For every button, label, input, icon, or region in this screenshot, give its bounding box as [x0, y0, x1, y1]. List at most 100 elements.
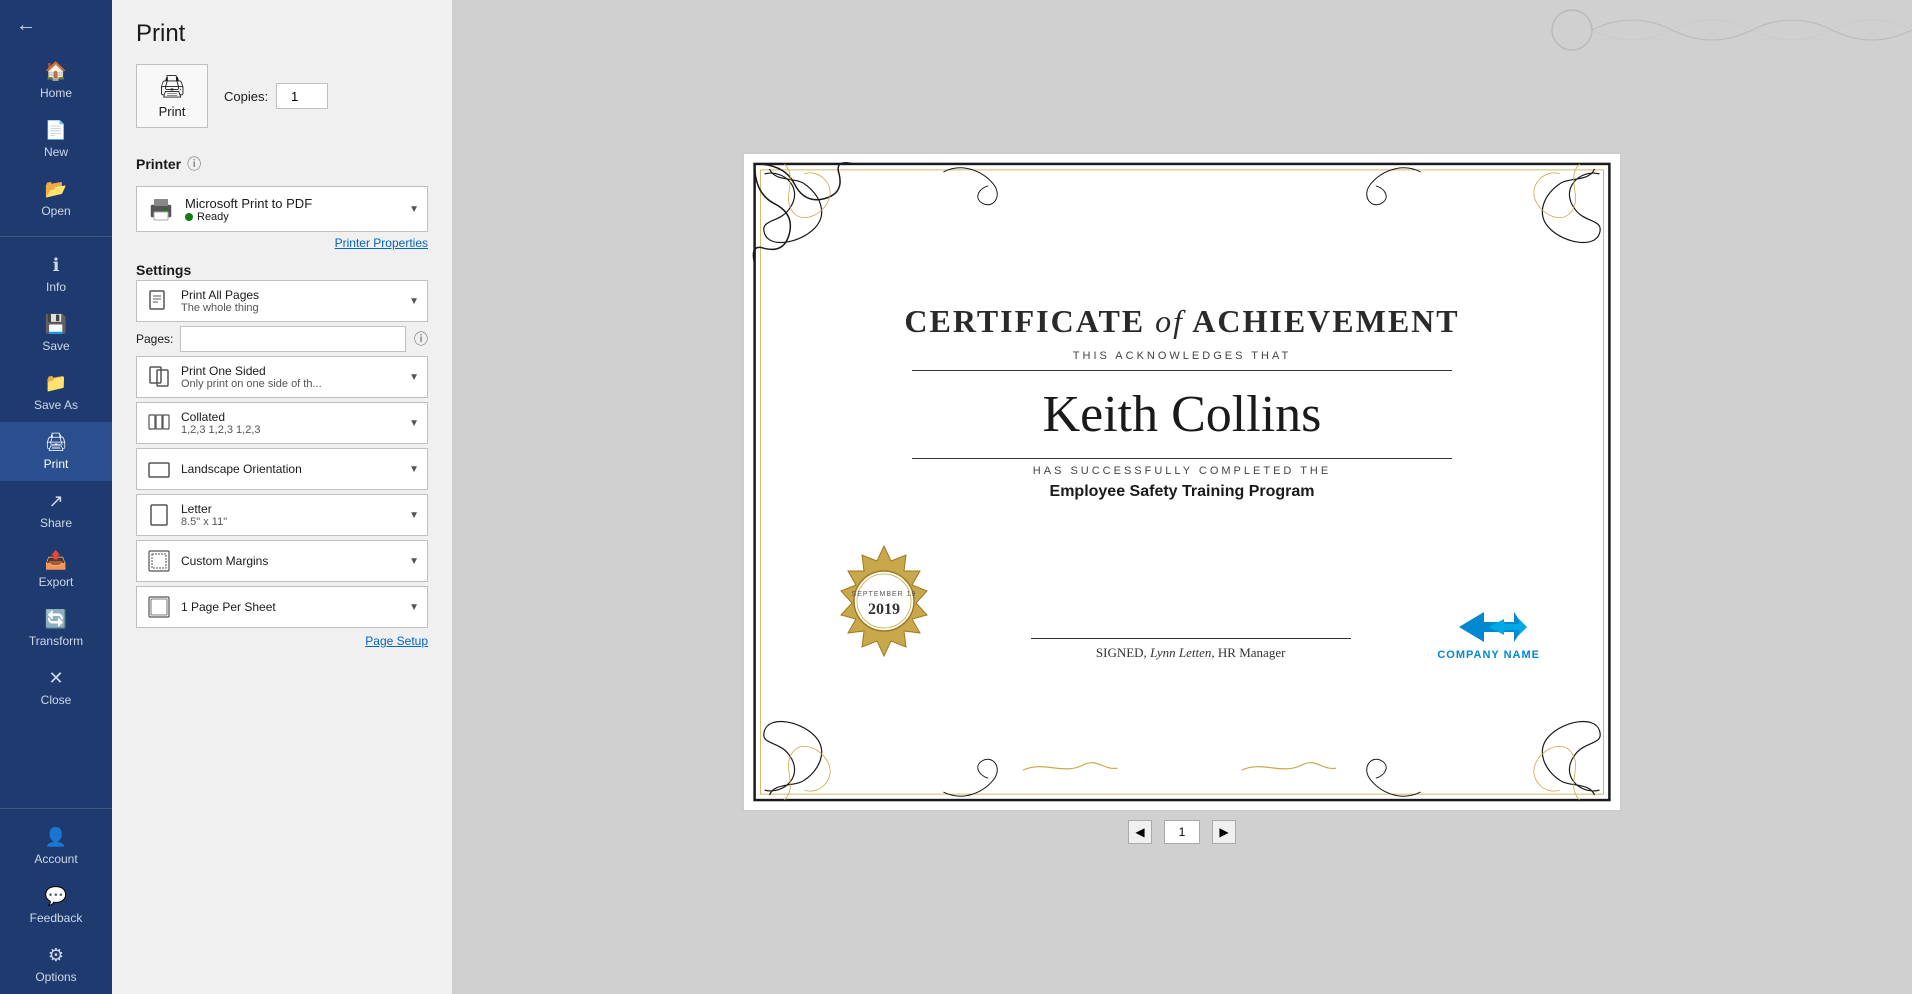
top-decoration — [1512, 0, 1912, 80]
duplex-icon — [145, 363, 173, 391]
sidebar-label-transform: Transform — [29, 634, 83, 648]
pages-row: Pages: ⓘ — [136, 326, 428, 352]
feedback-icon: 💬 — [45, 886, 67, 907]
orientation-text: Landscape Orientation — [181, 462, 401, 476]
print-range-icon — [145, 287, 173, 315]
sidebar-item-close[interactable]: ✕ Close — [0, 658, 112, 717]
next-icon: ▶ — [1219, 825, 1228, 839]
sidebar-item-feedback[interactable]: 💬 Feedback — [0, 876, 112, 935]
certificate-acknowledges: THIS ACKNOWLEDGES THAT — [784, 350, 1580, 362]
svg-text:SEPTEMBER 19: SEPTEMBER 19 — [852, 591, 917, 598]
next-page-button[interactable]: ▶ — [1212, 820, 1236, 844]
paper-size-dropdown[interactable]: Letter 8.5" x 11" ▼ — [136, 494, 428, 536]
sidebar-item-print[interactable]: 🖨 Print — [0, 422, 112, 481]
preview-area: CERTIFICATE of ACHIEVEMENT THIS ACKNOWLE… — [452, 0, 1912, 994]
gear-icon: ⚙ — [48, 945, 64, 966]
collate-main: Collated — [181, 410, 401, 424]
sidebar-label-info: Info — [46, 280, 66, 294]
sidebar-label-close: Close — [41, 693, 72, 707]
sidebar-label-new: New — [44, 145, 68, 159]
preview-navigation: ◀ ▶ — [1128, 812, 1236, 852]
paper-main: Letter — [181, 502, 401, 516]
duplex-text: Print One Sided Only print on one side o… — [181, 364, 401, 390]
copies-label: Copies: — [224, 89, 268, 104]
print-button[interactable]: 🖨 Print — [136, 64, 208, 128]
print-range-dropdown[interactable]: Print All Pages The whole thing ▼ — [136, 280, 428, 322]
certificate-title: CERTIFICATE of ACHIEVEMENT — [784, 303, 1580, 340]
certificate-recipient-name: Keith Collins — [784, 385, 1580, 444]
paper-sub: 8.5" x 11" — [181, 516, 401, 528]
sidebar-item-account[interactable]: 👤 Account — [0, 817, 112, 876]
per-sheet-dropdown[interactable]: 1 Page Per Sheet ▼ — [136, 586, 428, 628]
printer-info-icon[interactable]: ⓘ — [187, 154, 201, 174]
margins-dropdown[interactable]: Custom Margins ▼ — [136, 540, 428, 582]
save-icon: 💾 — [45, 314, 67, 335]
paper-arrow: ▼ — [409, 510, 419, 521]
sidebar-label-save: Save — [42, 339, 69, 353]
printer-properties-link[interactable]: Printer Properties — [136, 236, 428, 250]
status-indicator — [185, 213, 193, 221]
signature-text: SIGNED, Lynn Letten, HR Manager — [974, 645, 1407, 661]
printer-device-icon — [145, 193, 177, 225]
printer-area: Printer ⓘ Microsoft Print to PDF — [136, 148, 428, 250]
sidebar-item-save[interactable]: 💾 Save — [0, 304, 112, 363]
printer-dropdown-arrow: ▼ — [409, 204, 419, 215]
company-name: COMPANY NAME — [1437, 649, 1540, 661]
copies-input[interactable] — [276, 83, 328, 109]
duplex-sub: Only print on one side of th... — [181, 378, 401, 390]
sidebar-item-options[interactable]: ⚙ Options — [0, 935, 112, 994]
sidebar-item-export[interactable]: 📤 Export — [0, 540, 112, 599]
per-sheet-main: 1 Page Per Sheet — [181, 600, 401, 614]
collate-dropdown[interactable]: Collated 1,2,3 1,2,3 1,2,3 ▼ — [136, 402, 428, 444]
sidebar-label-export: Export — [39, 575, 74, 589]
sidebar-label-share: Share — [40, 516, 72, 530]
page-setup-link[interactable]: Page Setup — [136, 634, 428, 648]
collate-arrow: ▼ — [409, 418, 419, 429]
printer-name: Microsoft Print to PDF — [185, 196, 401, 211]
company-logo-area: COMPANY NAME — [1437, 607, 1540, 661]
certificate-completed: HAS SUCCESSFULLY COMPLETED THE — [784, 465, 1580, 477]
back-button[interactable]: ← — [0, 0, 112, 51]
sidebar-item-new[interactable]: 📄 New — [0, 110, 112, 169]
certificate-seal: SEPTEMBER 19 2019 — [824, 541, 944, 661]
account-icon: 👤 — [45, 827, 67, 848]
pages-input[interactable] — [180, 326, 406, 352]
copies-control: Copies: — [224, 83, 328, 109]
sidebar-item-info[interactable]: ℹ Info — [0, 245, 112, 304]
settings-panel: Print 🖨 Print Copies: Printer ⓘ — [112, 0, 452, 994]
sidebar-item-home[interactable]: 🏠 Home — [0, 51, 112, 110]
sidebar-label-account: Account — [34, 852, 77, 866]
sidebar-item-open[interactable]: 📂 Open — [0, 169, 112, 228]
sidebar-label-open: Open — [41, 204, 70, 218]
paper-icon — [145, 501, 173, 529]
paper-text: Letter 8.5" x 11" — [181, 502, 401, 528]
duplex-dropdown[interactable]: Print One Sided Only print on one side o… — [136, 356, 428, 398]
info-icon: ℹ — [53, 255, 60, 276]
orientation-dropdown[interactable]: Landscape Orientation ▼ — [136, 448, 428, 490]
print-range-text: Print All Pages The whole thing — [181, 288, 401, 314]
cert-line-top — [912, 370, 1452, 371]
orientation-icon — [145, 455, 173, 483]
certificate-preview: CERTIFICATE of ACHIEVEMENT THIS ACKNOWLE… — [742, 152, 1622, 812]
pages-label: Pages: — [136, 332, 172, 346]
company-logo: COMPANY NAME — [1437, 607, 1540, 661]
print-range-arrow: ▼ — [409, 296, 419, 307]
printer-dropdown[interactable]: Microsoft Print to PDF Ready ▼ — [136, 186, 428, 232]
collate-icon — [145, 409, 173, 437]
print-controls: 🖨 Print Copies: — [136, 64, 428, 128]
sidebar-item-save-as[interactable]: 📁 Save As — [0, 363, 112, 422]
certificate-program: Employee Safety Training Program — [784, 483, 1580, 501]
printer-icon: 🖨 — [158, 74, 186, 100]
collate-sub: 1,2,3 1,2,3 1,2,3 — [181, 424, 401, 436]
margins-main: Custom Margins — [181, 554, 401, 568]
pages-help-icon[interactable]: ⓘ — [414, 329, 428, 349]
cert-line-bottom — [912, 458, 1452, 459]
share-icon: ↗ — [48, 491, 63, 512]
sidebar-item-transform[interactable]: 🔄 Transform — [0, 599, 112, 658]
prev-page-button[interactable]: ◀ — [1128, 820, 1152, 844]
page-number-input[interactable] — [1164, 820, 1200, 844]
orientation-main: Landscape Orientation — [181, 462, 401, 476]
print-range-main: Print All Pages — [181, 288, 401, 302]
margins-icon — [145, 547, 173, 575]
sidebar-item-share[interactable]: ↗ Share — [0, 481, 112, 540]
